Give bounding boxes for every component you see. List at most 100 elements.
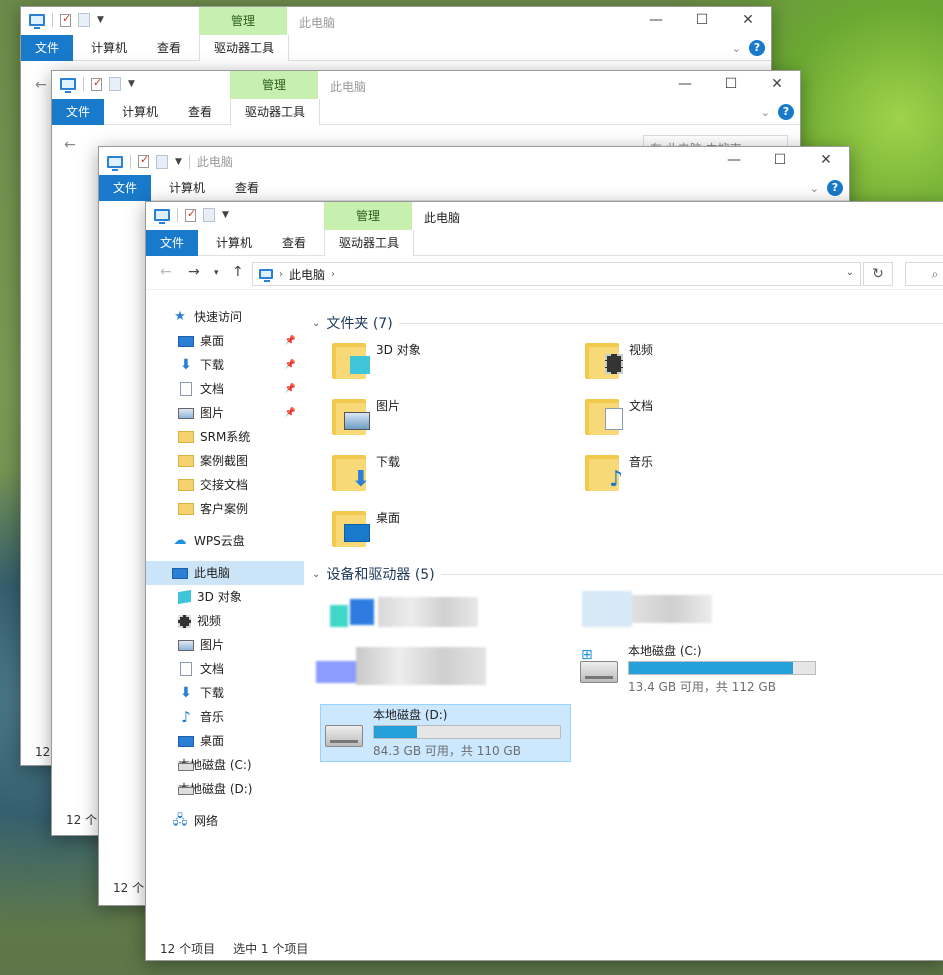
back-arrow-icon[interactable]: ←	[160, 264, 172, 280]
properties-icon[interactable]	[138, 153, 149, 168]
sidebar-item[interactable]: 文档 📌	[146, 377, 304, 401]
minimize-button[interactable]: —	[633, 7, 679, 35]
chevron-down-icon[interactable]: ▼	[97, 15, 104, 25]
sidebar-item-wps-cloud[interactable]: ☁ WPS云盘	[146, 529, 304, 553]
address-bar[interactable]: › 此电脑 › ⌄	[252, 262, 861, 286]
sidebar-item[interactable]: 图片 📌	[146, 401, 304, 425]
obscured-drive-3[interactable]	[316, 647, 486, 687]
tab-drive-tools[interactable]: 驱动器工具	[324, 230, 415, 256]
folders-section-header[interactable]: ⌄ 文件夹 (7)	[312, 313, 943, 333]
tab-drive-tools[interactable]: 驱动器工具	[230, 99, 321, 125]
sidebar-item[interactable]: 本地磁盘 (D:)	[146, 777, 304, 801]
sidebar-item[interactable]: SRM系统	[146, 425, 304, 449]
pin-icon[interactable]: 📌	[285, 401, 296, 425]
sidebar-item[interactable]: 图片	[146, 633, 304, 657]
sidebar-item[interactable]: 桌面	[146, 729, 304, 753]
chevron-down-icon[interactable]: ▼	[222, 210, 229, 220]
title-bar[interactable]: ▼ 管理 此电脑 — ☐ ✕	[52, 71, 800, 99]
maximize-button[interactable]: ☐	[708, 71, 754, 99]
search-box[interactable]: ⌕	[905, 262, 943, 286]
tab-drive-tools[interactable]: 驱动器工具	[199, 35, 290, 61]
tab-view[interactable]: 查看	[174, 99, 226, 125]
manage-tab[interactable]: 管理	[324, 202, 412, 230]
obscured-drive-1[interactable]	[330, 597, 480, 631]
close-button[interactable]: ✕	[754, 71, 800, 99]
forward-arrow-icon[interactable]: →	[188, 264, 200, 280]
sidebar-item[interactable]: 3D 对象	[146, 585, 304, 609]
breadcrumb-this-pc[interactable]: 此电脑	[289, 266, 325, 283]
tab-computer[interactable]: 计算机	[108, 99, 172, 125]
obscured-drive-2[interactable]	[582, 587, 712, 629]
sidebar-item[interactable]: 视频	[146, 609, 304, 633]
sidebar-item-quick-access[interactable]: ★ 快速访问	[146, 305, 304, 329]
tab-computer[interactable]: 计算机	[202, 230, 266, 256]
new-folder-icon[interactable]	[156, 154, 168, 169]
tab-file[interactable]: 文件	[146, 230, 199, 256]
tab-computer[interactable]: 计算机	[155, 175, 219, 201]
title-bar[interactable]: ▼ 此电脑 — ☐ ✕	[99, 147, 849, 175]
maximize-button[interactable]: ☐	[679, 7, 725, 35]
manage-tab[interactable]: 管理	[199, 7, 287, 35]
help-icon[interactable]: ?	[827, 180, 843, 196]
minimize-button[interactable]: —	[662, 71, 708, 99]
properties-icon[interactable]	[185, 207, 196, 222]
tab-file[interactable]: 文件	[99, 175, 152, 201]
tab-computer[interactable]: 计算机	[77, 35, 141, 61]
close-button[interactable]: ✕	[725, 7, 771, 35]
sidebar-item-this-pc[interactable]: 此电脑	[146, 561, 304, 585]
sidebar-item[interactable]: 交接文档	[146, 473, 304, 497]
sidebar-item[interactable]: 案例截图	[146, 449, 304, 473]
sidebar-item-network[interactable]: 🖧 网络	[146, 809, 304, 833]
maximize-button[interactable]: ☐	[757, 147, 803, 175]
refresh-button[interactable]: ↻	[863, 262, 893, 286]
up-arrow-icon[interactable]: ↑	[232, 264, 244, 280]
folder-item[interactable]: 3D 对象	[332, 339, 421, 379]
tab-view[interactable]: 查看	[268, 230, 320, 256]
recent-locations-chevron-icon[interactable]: ▾	[214, 268, 219, 278]
tab-view[interactable]: 查看	[221, 175, 273, 201]
new-folder-icon[interactable]	[109, 77, 121, 91]
chevron-down-icon[interactable]: ⌄	[810, 182, 819, 195]
sidebar-item[interactable]: 本地磁盘 (C:)	[146, 753, 304, 777]
drive-c[interactable]: ⊞ 本地磁盘 (C:) 13.4 GB 可用，共 112 GB	[580, 643, 816, 695]
tab-view[interactable]: 查看	[143, 35, 195, 61]
sidebar-item[interactable]: 文档	[146, 657, 304, 681]
new-folder-icon[interactable]	[78, 13, 90, 27]
pin-icon[interactable]: 📌	[285, 329, 296, 353]
folder-item[interactable]: 文档	[585, 395, 653, 435]
help-icon[interactable]: ?	[778, 104, 794, 120]
minimize-button[interactable]: —	[711, 147, 757, 175]
folder-item[interactable]: ♪ 音乐	[585, 451, 653, 491]
sidebar-item[interactable]: ⬇ 下载 📌	[146, 353, 304, 377]
breadcrumb-separator-icon[interactable]: ›	[331, 269, 335, 280]
manage-tab[interactable]: 管理	[230, 71, 318, 99]
chevron-down-icon[interactable]: ⌄	[732, 42, 741, 55]
tab-file[interactable]: 文件	[52, 99, 105, 125]
folder-item[interactable]: ⬇ 下载	[332, 451, 400, 491]
new-folder-icon[interactable]	[203, 208, 215, 222]
chevron-down-icon[interactable]: ⌄	[761, 106, 770, 119]
drive-d[interactable]: 本地磁盘 (D:) 84.3 GB 可用，共 110 GB	[320, 704, 571, 762]
chevron-down-icon[interactable]: ⌄	[846, 267, 854, 278]
title-bar[interactable]: ▼ 管理 此电脑 — ☐ ✕	[21, 7, 771, 35]
collapse-chevron-icon[interactable]: ⌄	[312, 569, 320, 580]
help-icon[interactable]: ?	[749, 40, 765, 56]
collapse-chevron-icon[interactable]: ⌄	[312, 318, 320, 329]
sidebar-item[interactable]: 客户案例	[146, 497, 304, 521]
properties-icon[interactable]	[91, 76, 102, 91]
chevron-down-icon[interactable]: ▼	[128, 79, 135, 89]
chevron-down-icon[interactable]: ▼	[175, 157, 182, 167]
folder-item[interactable]: 图片	[332, 395, 400, 435]
pin-icon[interactable]: 📌	[285, 377, 296, 401]
sidebar-item[interactable]: ⬇ 下载	[146, 681, 304, 705]
properties-icon[interactable]	[60, 12, 71, 27]
back-arrow-icon[interactable]: ←	[64, 137, 76, 153]
folder-item[interactable]: 视频	[585, 339, 653, 379]
pin-icon[interactable]: 📌	[285, 353, 296, 377]
back-arrow-icon[interactable]: ←	[35, 77, 47, 93]
sidebar-item[interactable]: 桌面 📌	[146, 329, 304, 353]
folder-item[interactable]: 桌面	[332, 507, 400, 547]
devices-section-header[interactable]: ⌄ 设备和驱动器 (5)	[312, 564, 943, 584]
tab-file[interactable]: 文件	[21, 35, 74, 61]
close-button[interactable]: ✕	[803, 147, 849, 175]
